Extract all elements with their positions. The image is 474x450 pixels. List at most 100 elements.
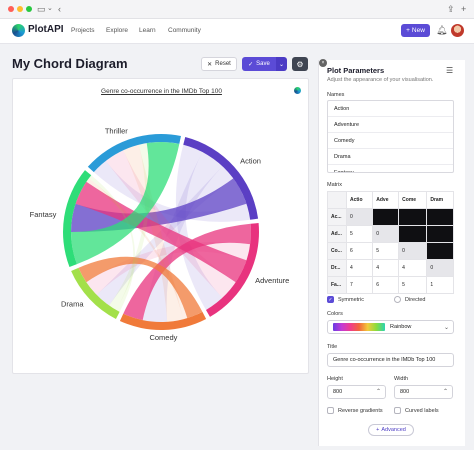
sidebar-toggle-icon[interactable]: ▭	[37, 3, 46, 15]
chart-title: Genre co-occurrence in the IMDb Top 100	[101, 88, 222, 95]
app-name[interactable]: PlotAPI	[28, 24, 64, 35]
matrix-corner	[327, 191, 347, 209]
share-icon[interactable]: ⇪	[447, 3, 455, 15]
matrix-col-header: Adve	[372, 191, 400, 209]
chord-label-action: Action	[240, 156, 261, 165]
plus-icon: +	[406, 27, 410, 34]
reverse-gradients-checkbox[interactable]	[327, 407, 334, 414]
matrix-row-header: Fa...	[327, 276, 347, 294]
settings-button[interactable]: ⚙	[292, 57, 308, 71]
matrix-cell[interactable]: 0	[345, 208, 374, 226]
nav-link-community[interactable]: Community	[168, 27, 201, 34]
plotapi-logo-icon[interactable]	[12, 24, 25, 37]
rainbow-swatch	[333, 323, 385, 331]
height-input[interactable]: 800 ⌃	[327, 385, 386, 399]
matrix-cell[interactable]: 7	[345, 276, 374, 294]
width-label: Width	[394, 376, 409, 382]
matrix-cell[interactable]: 6	[372, 276, 400, 294]
matrix-col-header: Come	[398, 191, 428, 209]
chevron-down-icon: ⌄	[443, 325, 449, 331]
matrix-cell[interactable]: 0	[398, 242, 428, 260]
save-button[interactable]: ✓ Save	[242, 57, 276, 71]
nav-link-projects[interactable]: Projects	[71, 27, 94, 34]
width-input[interactable]: 800 ⌃	[394, 385, 453, 399]
reset-button[interactable]: ✕ Reset	[201, 57, 237, 71]
matrix-cell[interactable]: 6	[345, 242, 374, 260]
matrix-cell[interactable]: 0	[426, 259, 454, 277]
check-icon: ✓	[248, 61, 254, 68]
chord-diagram: Action Adventure Comedy Drama Fantasy Thrille…	[30, 126, 290, 342]
minimize-window-button[interactable]	[17, 6, 23, 12]
close-window-button[interactable]	[8, 6, 14, 12]
stepper-icon[interactable]: ⌃	[443, 386, 448, 398]
list-item[interactable]: Drama	[328, 149, 453, 165]
sliders-icon[interactable]: ☰	[446, 66, 453, 75]
names-list[interactable]: Action Adventure Comedy Drama Fantasy	[327, 100, 454, 173]
directed-toggle[interactable]	[394, 296, 401, 303]
matrix-cell	[398, 208, 428, 226]
matrix-col-header: Actio	[345, 191, 374, 209]
close-icon: ✕	[207, 61, 213, 68]
chevron-down-icon: ⌄	[278, 61, 285, 68]
symmetric-option[interactable]: ✓ Symmetric	[327, 296, 364, 303]
title-label: Title	[327, 344, 338, 350]
matrix-row-header: Dr...	[327, 259, 347, 277]
maximize-window-button[interactable]	[26, 6, 32, 12]
chord-label-comedy: Comedy	[149, 333, 177, 342]
matrix-cell[interactable]: 4	[345, 259, 374, 277]
matrix-cell[interactable]: 4	[372, 259, 400, 277]
close-panel-icon[interactable]: ×	[319, 59, 327, 67]
panel-subtitle: Adjust the appearance of your visualisat…	[327, 77, 434, 83]
curved-labels-option[interactable]: Curved labels	[394, 407, 439, 414]
matrix-label: Matrix	[327, 182, 342, 188]
names-label: Names	[327, 92, 345, 98]
chord-label-drama: Drama	[61, 299, 84, 308]
new-button[interactable]: + New	[401, 24, 430, 37]
symmetric-checkbox[interactable]: ✓	[327, 296, 334, 303]
height-label: Height	[327, 376, 343, 382]
save-options-button[interactable]: ⌄	[276, 57, 287, 71]
matrix-row-header: Ac...	[327, 208, 347, 226]
chevron-down-icon[interactable]: ⌄	[47, 3, 53, 15]
matrix-cell[interactable]: 1	[426, 276, 454, 294]
colors-select[interactable]: Rainbow ⌄	[327, 320, 454, 334]
matrix-cell[interactable]: 5	[372, 242, 400, 260]
advanced-button[interactable]: + Advanced	[368, 424, 414, 436]
list-item[interactable]: Action	[328, 101, 453, 117]
matrix-row-header: Co...	[327, 242, 347, 260]
matrix-cell	[426, 242, 454, 260]
stepper-icon[interactable]: ⌃	[376, 386, 381, 398]
reverse-gradients-option[interactable]: Reverse gradients	[327, 407, 383, 414]
user-avatar[interactable]	[451, 24, 464, 37]
matrix-cell[interactable]: 5	[398, 276, 428, 294]
matrix-cell	[426, 208, 454, 226]
colors-label: Colors	[327, 311, 343, 317]
nav-link-explore[interactable]: Explore	[106, 27, 128, 34]
list-item[interactable]: Adventure	[328, 117, 453, 133]
matrix-table: Actio Adve Come Dram Ac... 0 Ad... 5 0 C…	[327, 191, 454, 294]
matrix-cell[interactable]: 4	[398, 259, 428, 277]
gear-icon: ⚙	[296, 59, 304, 69]
matrix-cell[interactable]: 0	[372, 225, 400, 243]
back-arrow-icon[interactable]: ‹	[58, 3, 61, 15]
matrix-cell	[398, 225, 428, 243]
matrix-cell[interactable]: 5	[345, 225, 374, 243]
title-input[interactable]: Genre co-occurrence in the IMDb Top 100	[327, 353, 454, 367]
list-item[interactable]: Comedy	[328, 133, 453, 149]
chord-label-adventure: Adventure	[255, 276, 289, 285]
plotapi-badge-icon[interactable]	[294, 87, 301, 94]
curved-labels-checkbox[interactable]	[394, 407, 401, 414]
bell-icon[interactable]: 🔔︎	[436, 25, 447, 36]
chart-card: Action Adventure Comedy Drama Fantasy Thrille…	[12, 78, 309, 374]
panel-title: Plot Parameters	[327, 66, 385, 75]
plus-icon: +	[376, 427, 380, 433]
directed-option[interactable]: Directed	[394, 296, 425, 303]
page-title: My Chord Diagram	[12, 56, 128, 71]
plot-parameters-panel: Plot Parameters Adjust the appearance of…	[318, 60, 465, 446]
window-chrome: ▭ ⌄ ‹ ⇪ +	[0, 0, 474, 19]
matrix-row-header: Ad...	[327, 225, 347, 243]
chord-label-thriller: Thriller	[105, 126, 128, 135]
nav-link-learn[interactable]: Learn	[139, 27, 156, 34]
list-item[interactable]: Fantasy	[328, 165, 453, 172]
new-tab-icon[interactable]: +	[461, 3, 466, 15]
